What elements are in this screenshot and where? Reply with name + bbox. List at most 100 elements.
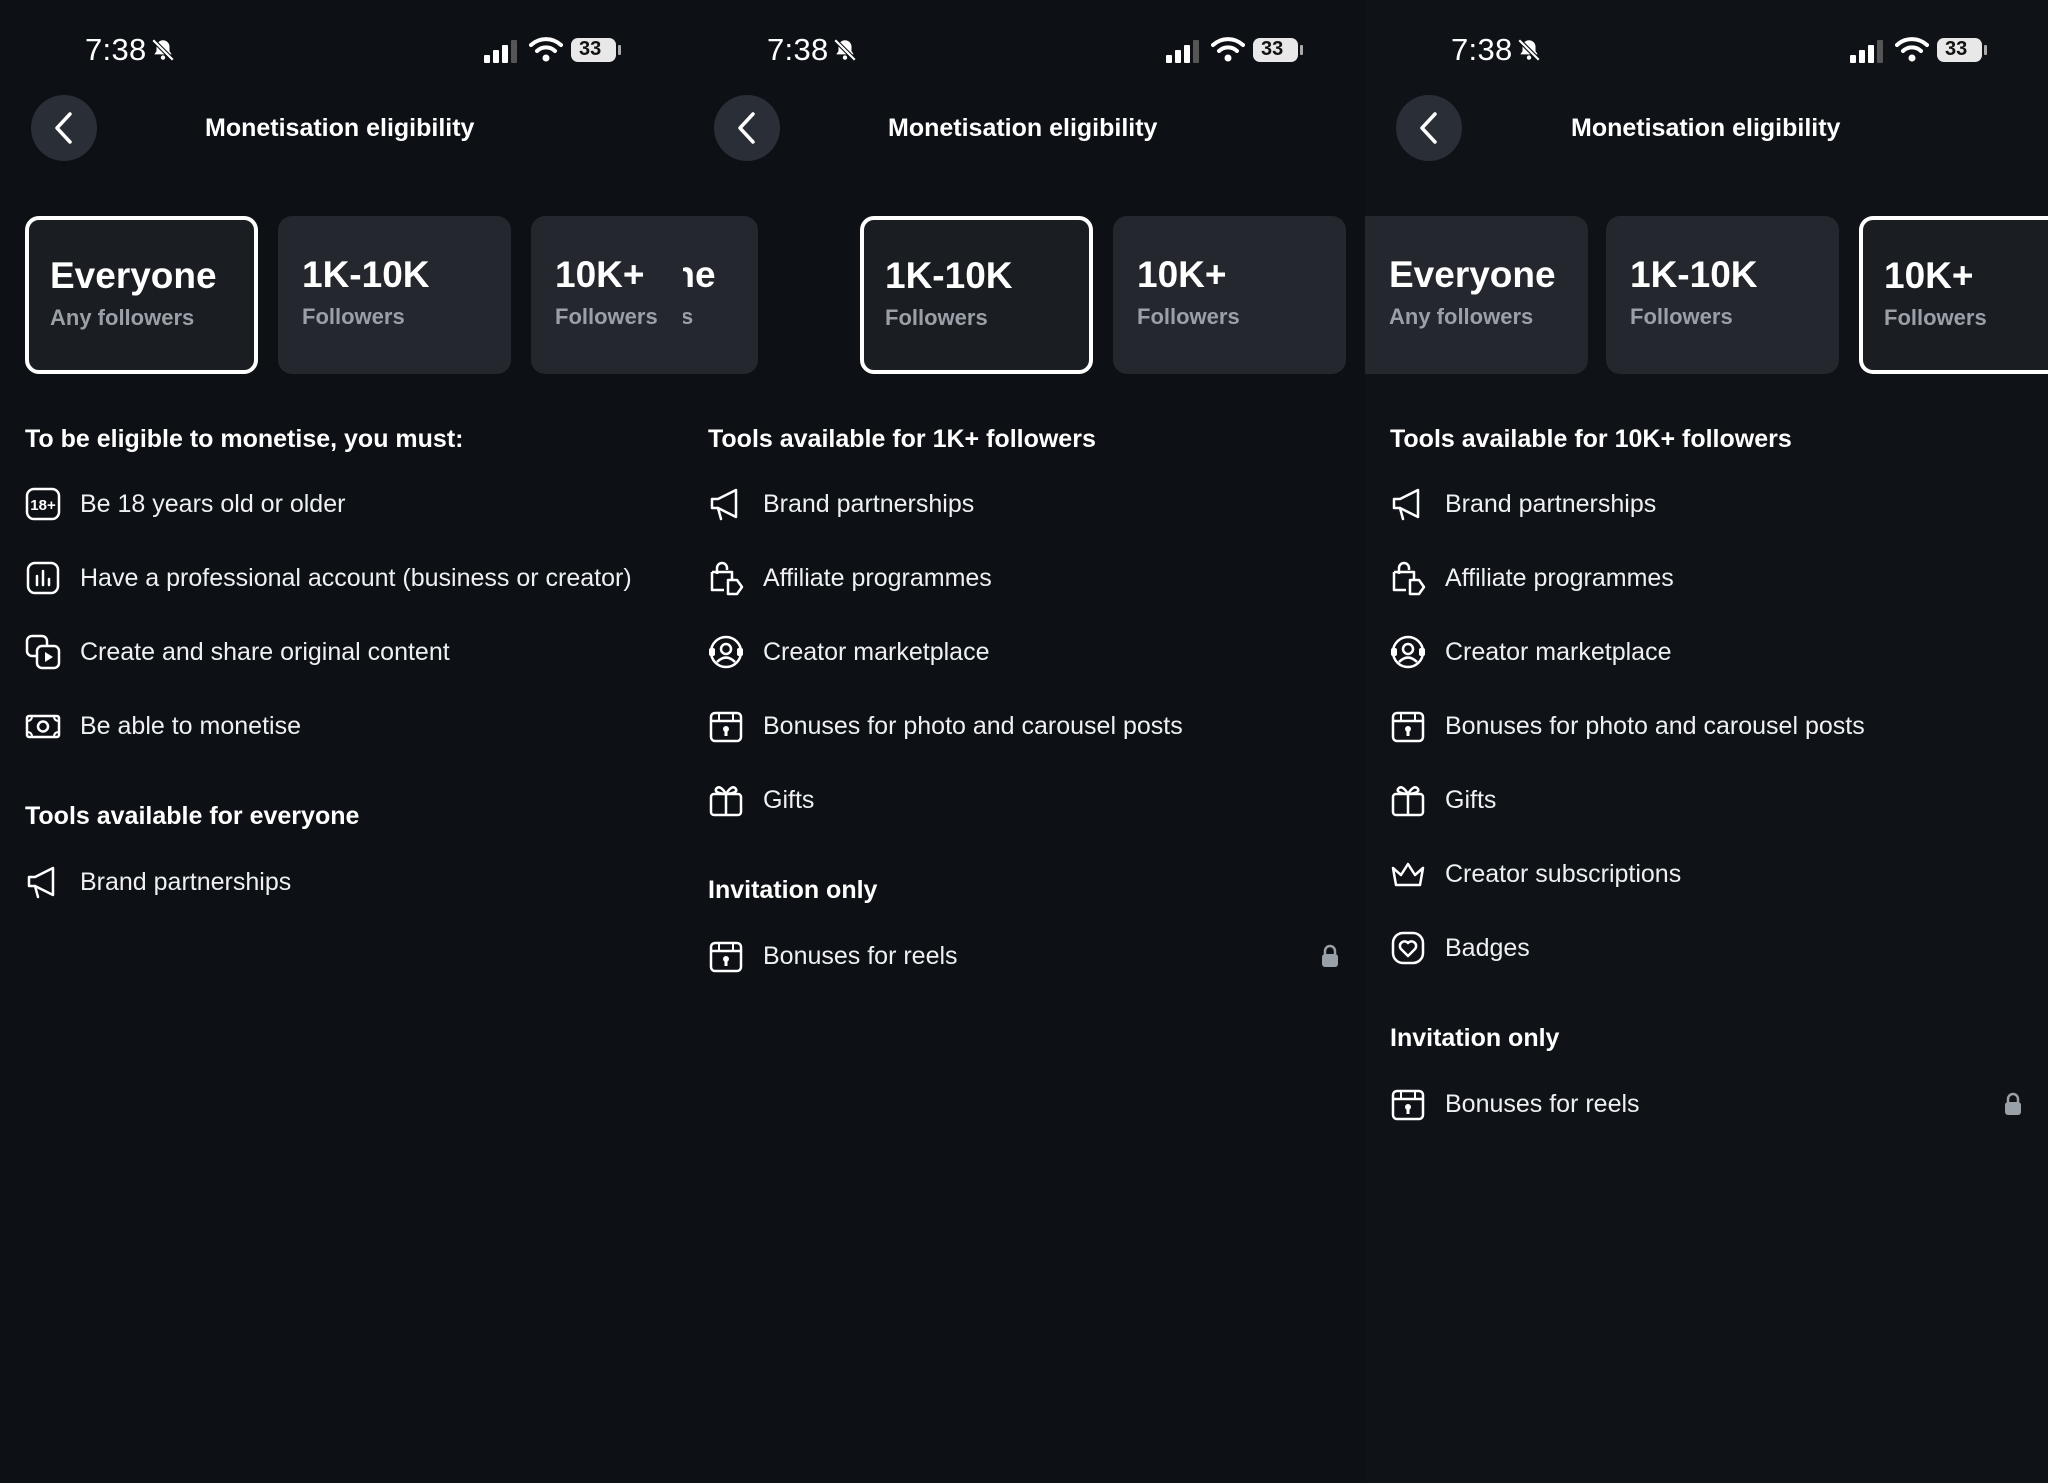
tool-label: Badges xyxy=(1445,933,1530,962)
header: Monetisation eligibility xyxy=(1365,95,2048,165)
battery-level: 33 xyxy=(1261,38,1284,60)
requirement-item: 18+ Be 18 years old or older xyxy=(25,479,663,529)
tools-heading: Tools available for 10K+ followers xyxy=(1390,425,1792,453)
tier-card-everyone[interactable]: Everyone Any followers xyxy=(683,216,758,374)
cellular-signal-icon xyxy=(1166,40,1199,63)
tool-label: Brand partnerships xyxy=(1445,489,1657,518)
status-time: 7:38 xyxy=(85,32,147,67)
tool-item[interactable]: Creator subscriptions xyxy=(1390,849,2028,899)
tools-heading: Tools available for everyone xyxy=(25,802,360,830)
bonus-gift-box-icon xyxy=(708,708,744,744)
requirement-label: Create and share original content xyxy=(80,637,450,666)
panel-10k-plus: 7:38 33 Monetisation eligibility Everyon… xyxy=(1365,0,2048,1483)
tool-label: Creator marketplace xyxy=(1445,637,1672,666)
invitation-label: Bonuses for reels xyxy=(763,941,958,970)
battery-level: 33 xyxy=(579,38,602,60)
page-title: Monetisation eligibility xyxy=(1571,114,1841,142)
money-icon xyxy=(25,708,61,744)
tier-card-everyone[interactable]: Everyone Any followers xyxy=(25,216,258,374)
tool-item[interactable]: Creator marketplace xyxy=(708,627,1345,677)
status-bar: 7:38 33 xyxy=(683,0,1365,100)
requirement-item: Create and share original content xyxy=(25,627,663,677)
wifi-icon xyxy=(1895,37,1929,62)
tool-item[interactable]: Badges xyxy=(1390,923,2028,973)
tool-label: Creator subscriptions xyxy=(1445,859,1682,888)
tool-item[interactable]: Bonuses for photo and carousel posts xyxy=(1390,701,2028,751)
tool-label: Creator marketplace xyxy=(763,637,990,666)
tool-label: Brand partnerships xyxy=(80,867,292,896)
affiliate-tag-icon xyxy=(1390,560,1426,596)
tool-item[interactable]: Affiliate programmes xyxy=(1390,553,2028,603)
chevron-left-icon xyxy=(738,112,755,144)
tier-card-10k-plus[interactable]: 10K+ Followers xyxy=(1859,216,2048,374)
tier-card-title: Everyone xyxy=(50,255,217,296)
crown-icon xyxy=(1390,856,1426,892)
professional-account-icon xyxy=(25,560,61,596)
requirement-item: Be able to monetise xyxy=(25,701,663,751)
tier-cards: Everyone Any followers 1K-10K Followers … xyxy=(0,216,683,376)
tier-card-title: 1K-10K xyxy=(1630,254,1758,295)
tool-label: Bonuses for photo and carousel posts xyxy=(1445,711,1865,740)
requirement-item: Have a professional account (business or… xyxy=(25,553,663,603)
tier-card-10k-plus[interactable]: 10K+ Followers xyxy=(1113,216,1346,374)
tool-label: Affiliate programmes xyxy=(1445,563,1674,592)
invitation-label: Bonuses for reels xyxy=(1445,1089,1640,1118)
tool-item[interactable]: Gifts xyxy=(708,775,1345,825)
page-title: Monetisation eligibility xyxy=(888,114,1158,142)
panel-everyone: 7:38 33 Monetisation eligibility Everyon… xyxy=(0,0,683,1483)
megaphone-icon xyxy=(708,486,744,522)
chevron-left-icon xyxy=(55,112,72,144)
wifi-icon xyxy=(1211,37,1245,62)
tier-card-subtitle: Followers xyxy=(302,304,405,329)
requirement-label: Be able to monetise xyxy=(80,711,301,740)
page-title: Monetisation eligibility xyxy=(205,114,475,142)
tool-item[interactable]: Brand partnerships xyxy=(25,857,663,907)
tier-card-subtitle: Followers xyxy=(1884,305,1987,330)
affiliate-tag-icon xyxy=(708,560,744,596)
gift-icon xyxy=(708,782,744,818)
header: Monetisation eligibility xyxy=(683,95,1365,165)
tier-card-1k-10k[interactable]: 1K-10K Followers xyxy=(860,216,1093,374)
wifi-icon xyxy=(529,37,563,62)
status-time: 7:38 xyxy=(767,32,829,67)
tool-item[interactable]: Brand partnerships xyxy=(1390,479,2028,529)
cellular-signal-icon xyxy=(1850,40,1883,63)
tier-card-title: 1K-10K xyxy=(302,254,430,295)
tier-card-1k-10k[interactable]: 1K-10K Followers xyxy=(1606,216,1839,374)
requirement-label: Have a professional account (business or… xyxy=(80,563,632,592)
tier-card-title: 10K+ xyxy=(555,254,645,295)
tier-card-title: Everyone xyxy=(1389,254,1556,295)
tool-label: Brand partnerships xyxy=(763,489,975,518)
invitation-item[interactable]: Bonuses for reels xyxy=(708,931,1345,981)
screens: 7:38 33 Monetisation eligibility Everyon… xyxy=(0,0,2048,1483)
tier-card-everyone[interactable]: Everyone Any followers xyxy=(1365,216,1588,374)
tool-label: Gifts xyxy=(1445,785,1497,814)
creator-marketplace-icon xyxy=(1390,634,1426,670)
tier-card-1k-10k[interactable]: 1K-10K Followers xyxy=(278,216,511,374)
svg-text:18+: 18+ xyxy=(30,497,56,514)
tool-label: Bonuses for photo and carousel posts xyxy=(763,711,1183,740)
invitation-item[interactable]: Bonuses for reels xyxy=(1390,1079,2028,1129)
bell-muted-icon xyxy=(833,38,857,62)
back-button[interactable] xyxy=(1396,95,1462,161)
lock-icon xyxy=(2005,1092,2021,1115)
tier-card-subtitle: Followers xyxy=(885,305,988,330)
tool-label: Affiliate programmes xyxy=(763,563,992,592)
tool-item[interactable]: Bonuses for photo and carousel posts xyxy=(708,701,1345,751)
tool-item[interactable]: Creator marketplace xyxy=(1390,627,2028,677)
invitation-heading: Invitation only xyxy=(1390,1024,1560,1052)
bonus-gift-box-icon xyxy=(708,938,744,974)
bonus-gift-box-icon xyxy=(1390,1086,1426,1122)
megaphone-icon xyxy=(1390,486,1426,522)
tool-item[interactable]: Affiliate programmes xyxy=(708,553,1345,603)
tier-cards: Everyone Any followers 1K-10K Followers … xyxy=(683,216,1365,376)
tier-cards: Everyone Any followers 1K-10K Followers … xyxy=(1365,216,2048,376)
back-button[interactable] xyxy=(714,95,780,161)
creator-marketplace-icon xyxy=(708,634,744,670)
back-button[interactable] xyxy=(31,95,97,161)
megaphone-icon xyxy=(25,864,61,900)
tool-item[interactable]: Brand partnerships xyxy=(708,479,1345,529)
tier-card-10k-plus[interactable]: 10K+ Followers xyxy=(531,216,683,374)
tools-heading: Tools available for 1K+ followers xyxy=(708,425,1096,453)
tool-item[interactable]: Gifts xyxy=(1390,775,2028,825)
